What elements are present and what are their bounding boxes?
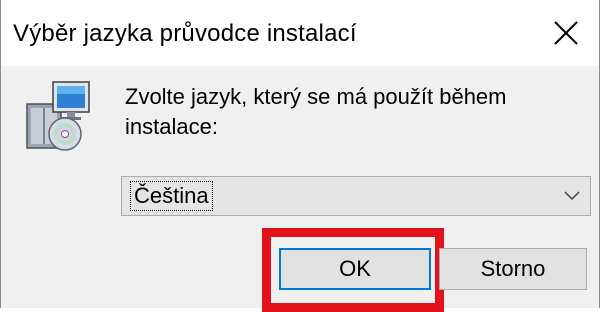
language-select[interactable]: Čeština (121, 176, 591, 216)
title-bar: Výběr jazyka průvodce instalací (1, 0, 599, 67)
language-dialog: Výběr jazyka průvodce instalací Zvolte j… (0, 0, 600, 312)
setup-computer-icon (26, 81, 90, 151)
window-title: Výběr jazyka průvodce instalací (13, 20, 357, 47)
close-icon (554, 21, 578, 45)
close-button[interactable] (533, 0, 599, 66)
language-select-value: Čeština (130, 181, 213, 211)
chevron-down-icon[interactable] (562, 187, 582, 205)
ok-button[interactable]: OK (279, 248, 431, 290)
cancel-button[interactable]: Storno (439, 248, 587, 290)
language-prompt: Zvolte jazyk, který se má použít během i… (125, 84, 507, 139)
